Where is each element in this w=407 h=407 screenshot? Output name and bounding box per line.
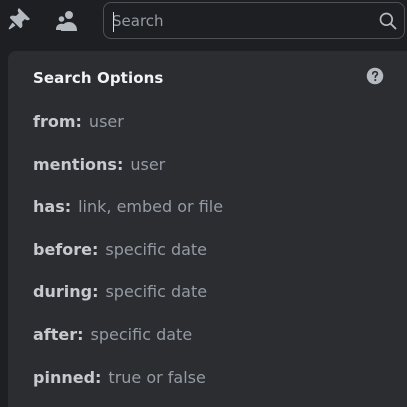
search-option-during[interactable]: during: specific date: [24, 273, 394, 309]
option-value: specific date: [90, 324, 193, 344]
search-options-popout: Search Options from: user mentions: user…: [8, 51, 407, 407]
search-input[interactable]: [112, 9, 372, 33]
search-option-from[interactable]: from: user: [24, 103, 394, 139]
text-caret: [113, 12, 114, 32]
popout-title: Search Options: [33, 69, 164, 87]
channel-header: [0, 0, 407, 48]
option-key: pinned:: [33, 367, 102, 387]
option-value: specific date: [105, 281, 208, 301]
option-value: true or false: [108, 367, 206, 387]
member-list-button[interactable]: [54, 7, 80, 33]
search-icon: [379, 12, 397, 30]
search-bar[interactable]: [103, 2, 405, 39]
search-option-pinned[interactable]: pinned: true or false: [24, 359, 394, 395]
search-option-after[interactable]: after: specific date: [24, 316, 394, 352]
pin-icon: [8, 8, 30, 30]
search-option-before[interactable]: before: specific date: [24, 231, 394, 267]
search-option-mentions[interactable]: mentions: user: [24, 146, 394, 182]
members-icon: [56, 11, 77, 31]
option-value: user: [88, 111, 124, 131]
option-key: after:: [33, 324, 84, 344]
help-icon[interactable]: [366, 67, 384, 85]
option-value: link, embed or file: [78, 196, 224, 216]
option-key: during:: [33, 281, 99, 301]
search-option-has[interactable]: has: link, embed or file: [24, 188, 394, 224]
option-value: specific date: [105, 239, 208, 259]
option-key: mentions:: [33, 154, 124, 174]
option-key: before:: [33, 239, 99, 259]
pinned-messages-button[interactable]: [5, 7, 31, 33]
option-value: user: [130, 154, 166, 174]
option-key: from:: [33, 111, 82, 131]
option-key: has:: [33, 196, 72, 216]
